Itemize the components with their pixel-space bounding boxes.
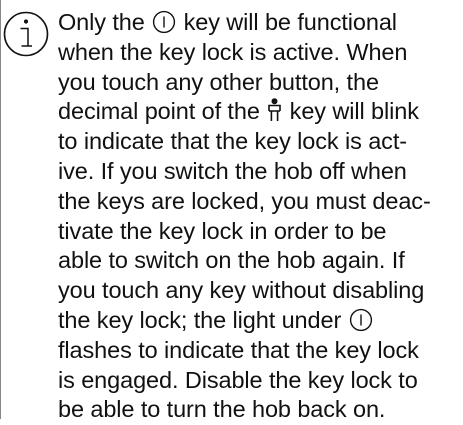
text-line-6: ive. If you switch the hob off when bbox=[58, 157, 407, 184]
text-line-10: you touch any key without disabling bbox=[58, 277, 425, 304]
text-line-2: when the key lock is active. When bbox=[58, 38, 408, 65]
text-line-4: decimal point of the key will blink bbox=[58, 97, 458, 127]
power-key-icon bbox=[153, 10, 176, 34]
text-line-1-suffix: key will be functional bbox=[183, 9, 397, 35]
key-lock-note: Only the key will be functional when the… bbox=[58, 8, 458, 425]
key-lock-icon bbox=[268, 98, 282, 122]
text-line-12: flashes to indicate that the key lock bbox=[58, 336, 419, 363]
power-key-icon bbox=[349, 308, 372, 332]
text-line-5: to indicate that the key lock is act- bbox=[58, 128, 407, 155]
text-line-14: be able to turn the hob back on. bbox=[58, 396, 386, 423]
instruction-page: Only the key will be functional when the… bbox=[0, 0, 463, 422]
left-border bbox=[0, 0, 1, 419]
text-line-4-prefix: decimal point of the bbox=[58, 98, 260, 125]
text-line-9: able to switch on the hob again. If bbox=[58, 247, 405, 274]
text-line-11-prefix: the key lock; the light under bbox=[58, 306, 342, 333]
text-line-4-suffix: key will blink bbox=[289, 98, 419, 125]
text-line-8: tivate the key lock in order to be bbox=[58, 217, 387, 244]
text-line-13: is engaged. Disable the key lock to bbox=[58, 366, 418, 393]
text-line-7: the keys are locked, you must deac- bbox=[58, 187, 431, 214]
text-line-11: the key lock; the light under bbox=[58, 306, 458, 336]
text-line-1: Only the key will be functional bbox=[58, 8, 458, 38]
info-icon bbox=[3, 11, 49, 57]
text-line-1-prefix: Only the bbox=[58, 9, 145, 35]
text-line-3: you touch any other button, the bbox=[58, 68, 379, 95]
